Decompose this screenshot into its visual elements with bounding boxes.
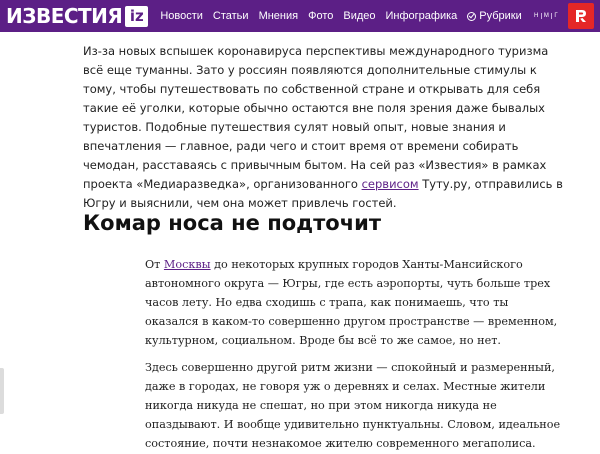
paragraph-text: до некоторых крупных городов Ханты-Манси… <box>145 258 558 347</box>
nmg-letter: Г <box>551 13 560 19</box>
nav-item-news[interactable]: Новости <box>160 10 203 22</box>
intro-paragraph: Из-за новых вспышек коронавируса перспек… <box>83 42 568 213</box>
check-circle-icon <box>467 11 477 21</box>
section-heading: Комар носа не подточит <box>83 211 381 235</box>
moscow-link[interactable]: Москвы <box>164 258 211 271</box>
channel-logo-icon <box>576 10 586 22</box>
logo-text: ИЗВЕСТИЯ <box>6 4 123 28</box>
nmg-logo[interactable]: Н М Г <box>532 10 560 22</box>
service-link[interactable]: сервисом <box>362 177 419 191</box>
nav-item-articles[interactable]: Статьи <box>213 10 249 22</box>
nav-item-rubrics[interactable]: Рубрики <box>467 10 522 22</box>
nmg-letter: Н <box>534 13 539 19</box>
nmg-letter: М <box>540 13 552 19</box>
izvestia-logo[interactable]: ИЗВЕСТИЯ iz <box>0 0 149 32</box>
nav-item-opinions[interactable]: Мнения <box>259 10 299 22</box>
logo-badge: iz <box>125 5 149 27</box>
top-navigation-bar: ИЗВЕСТИЯ iz Новости Статьи Мнения Фото В… <box>0 0 600 32</box>
body-paragraph: От Москвы до некоторых крупных городов Х… <box>145 255 565 350</box>
rubrics-label: Рубрики <box>479 10 522 22</box>
main-nav: Новости Статьи Мнения Фото Видео Инфогра… <box>160 0 531 32</box>
nav-item-video[interactable]: Видео <box>343 10 375 22</box>
nav-item-infographics[interactable]: Инфографика <box>386 10 458 22</box>
paragraph-text: От <box>145 258 164 271</box>
nav-item-photo[interactable]: Фото <box>308 10 333 22</box>
scroll-indicator[interactable] <box>0 368 4 414</box>
partner-channel-button[interactable] <box>568 3 594 29</box>
intro-text: Из-за новых вспышек коронавируса перспек… <box>83 44 549 191</box>
body-paragraph: Здесь совершенно другой ритм жизни — спо… <box>145 361 561 450</box>
